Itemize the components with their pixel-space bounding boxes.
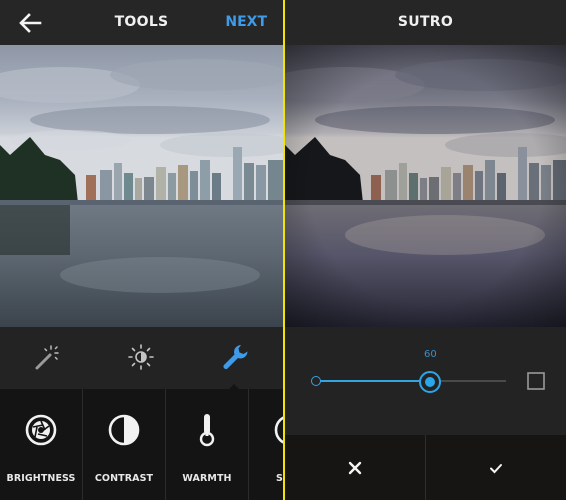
half-circle-icon [108, 414, 140, 446]
brightness-contrast-sun-icon [128, 344, 154, 370]
wrench-icon [223, 345, 248, 369]
top-bar: TOOLS NEXT [0, 0, 283, 45]
filter-screen: SUTRO 60 [285, 0, 566, 500]
tab-tools[interactable] [219, 341, 251, 373]
magic-wand-icon [35, 345, 59, 370]
slider-value: 60 [424, 349, 437, 360]
tool-saturation[interactable]: SATU [249, 389, 283, 500]
saturation-icon [274, 416, 283, 444]
tool-label: WARMTH [182, 473, 232, 484]
slider-track[interactable] [430, 380, 506, 382]
tool-label: CONTRAST [94, 473, 154, 484]
photo-preview-original [0, 45, 283, 327]
confirm-button[interactable] [426, 435, 566, 500]
tab-lux[interactable] [31, 341, 63, 373]
border-toggle-button[interactable] [527, 372, 545, 390]
tools-screen: TOOLS NEXT BRIGHTNESS CONTRAST WARMTH S [0, 0, 283, 500]
tab-adjust[interactable] [125, 341, 157, 373]
filter-strength-panel: 60 [285, 327, 566, 435]
thermometer-icon [199, 414, 215, 447]
top-bar: SUTRO [285, 0, 566, 45]
next-button[interactable]: NEXT [225, 14, 267, 30]
tool-label: BRIGHTNESS [6, 473, 76, 484]
tool-tabs [0, 327, 283, 389]
frame-square-icon [527, 372, 545, 390]
tool-contrast[interactable]: CONTRAST [83, 389, 165, 500]
slider-track-filled[interactable] [317, 380, 431, 382]
slider-handle[interactable] [419, 371, 442, 393]
aperture-icon [25, 414, 57, 446]
tool-warmth[interactable]: WARMTH [166, 389, 248, 500]
action-bar [285, 435, 566, 500]
checkmark-icon [490, 463, 502, 473]
tool-brightness[interactable]: BRIGHTNESS [0, 389, 82, 500]
filter-title: SUTRO [397, 14, 454, 30]
tools-list[interactable]: BRIGHTNESS CONTRAST WARMTH S [0, 389, 283, 500]
close-icon [348, 461, 362, 474]
photo-preview-filtered [285, 45, 566, 327]
slider-start-marker [311, 376, 321, 386]
cancel-button[interactable] [285, 435, 425, 500]
tool-label: SATU [275, 473, 283, 484]
